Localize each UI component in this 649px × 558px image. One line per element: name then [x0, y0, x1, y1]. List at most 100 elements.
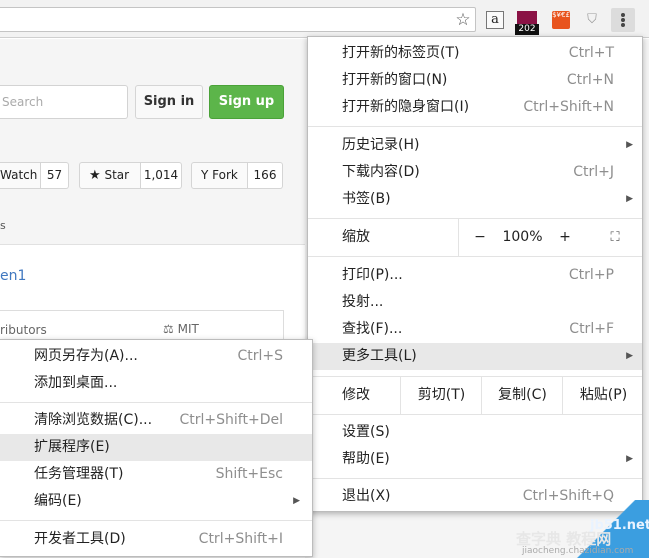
menu-item-shortcut: Ctrl+F	[569, 321, 614, 337]
menu-item-label: 投射...	[342, 294, 384, 310]
menu-item-label: 查找(F)...	[342, 321, 403, 337]
chrome-menu-button[interactable]	[611, 8, 635, 32]
menu-item-shortcut: Ctrl+J	[573, 164, 614, 180]
menu-item-shortcut: Ctrl+T	[568, 45, 614, 61]
currency-extension-icon[interactable]: $¥€£	[552, 11, 570, 29]
submenu-arrow-icon: ▶	[626, 351, 633, 361]
amazon-extension-icon[interactable]: a	[486, 11, 504, 29]
star-count[interactable]: 1,014	[141, 162, 182, 189]
menu-item-new-tab[interactable]: 打开新的标签页(T) Ctrl+T	[308, 40, 642, 67]
menu-item-history[interactable]: 历史记录(H) ▶	[308, 132, 642, 159]
menu-item-incognito[interactable]: 打开新的隐身窗口(I) Ctrl+Shift+N	[308, 94, 642, 121]
menu-item-label: 打开新的窗口(N)	[342, 72, 448, 88]
menu-dot-icon	[621, 13, 625, 17]
menu-item-label: 添加到桌面...	[34, 375, 118, 391]
menu-item-shortcut: Ctrl+S	[237, 348, 283, 364]
fork-count[interactable]: 166	[248, 162, 283, 189]
menu-separator	[308, 414, 642, 415]
menu-item-label: 书签(B)	[342, 191, 391, 207]
contributors-text: ributors	[0, 323, 47, 337]
menu-separator	[308, 256, 642, 257]
menu-item-label: 下载内容(D)	[342, 164, 420, 180]
zoom-level: 100%	[502, 229, 543, 245]
page-link-fragment[interactable]: en1	[0, 268, 26, 284]
zoom-in-button[interactable]: +	[550, 219, 580, 256]
star-icon: ★	[89, 168, 101, 183]
menu-dot-icon	[621, 18, 625, 22]
menu-separator	[308, 478, 642, 479]
menu-item-shortcut: Ctrl+N	[566, 72, 614, 88]
star-button[interactable]: ★ Star	[79, 162, 141, 189]
menu-separator	[308, 126, 642, 127]
menu-item-downloads[interactable]: 下载内容(D) Ctrl+J	[308, 159, 642, 186]
paste-button[interactable]: 粘贴(P)	[562, 377, 644, 414]
extension-icon[interactable]	[517, 11, 537, 24]
menu-item-label: 任务管理器(T)	[34, 466, 124, 482]
watch-button[interactable]: Watch	[0, 162, 41, 189]
menu-row-edit: 修改 剪切(T) 复制(C) 粘贴(P)	[308, 377, 642, 414]
menu-item-extensions[interactable]: 扩展程序(E)	[0, 434, 312, 461]
fork-button[interactable]: Y Fork	[191, 162, 248, 189]
menu-item-dev-tools[interactable]: 开发者工具(D) Ctrl+Shift+I	[0, 526, 312, 553]
menu-item-label: 打开新的标签页(T)	[342, 45, 460, 61]
star-label: Star	[104, 168, 130, 182]
menu-item-label: 修改	[342, 387, 370, 403]
menu-item-label: 历史记录(H)	[342, 137, 420, 153]
menu-item-add-to-desktop[interactable]: 添加到桌面...	[0, 370, 312, 397]
sign-in-button[interactable]: Sign in	[135, 85, 203, 119]
menu-item-label: 退出(X)	[342, 488, 391, 504]
sign-up-button[interactable]: Sign up	[209, 85, 284, 119]
watch-label: Watch	[0, 168, 38, 182]
menu-item-label: 设置(S)	[342, 424, 390, 440]
scale-icon: ⚖	[163, 322, 174, 336]
fullscreen-button[interactable]: ⛶	[590, 219, 640, 256]
menu-item-find[interactable]: 查找(F)... Ctrl+F	[308, 316, 642, 343]
address-bar[interactable]	[0, 7, 476, 32]
menu-item-task-manager[interactable]: 任务管理器(T) Shift+Esc	[0, 461, 312, 488]
menu-item-label: 扩展程序(E)	[34, 439, 110, 455]
menu-item-label: 编码(E)	[34, 493, 82, 509]
menu-item-print[interactable]: 打印(P)... Ctrl+P	[308, 262, 642, 289]
menu-item-shortcut: Ctrl+P	[568, 267, 614, 283]
chrome-main-menu: 打开新的标签页(T) Ctrl+T 打开新的窗口(N) Ctrl+N 打开新的隐…	[307, 36, 643, 512]
watch-count[interactable]: 57	[41, 162, 69, 189]
menu-item-cast[interactable]: 投射...	[308, 289, 642, 316]
menu-item-new-window[interactable]: 打开新的窗口(N) Ctrl+N	[308, 67, 642, 94]
menu-item-settings[interactable]: 设置(S)	[308, 419, 642, 446]
menu-item-save-page[interactable]: 网页另存为(A)... Ctrl+S	[0, 343, 312, 370]
menu-item-shortcut: Shift+Esc	[215, 466, 283, 482]
shield-extension-icon[interactable]: ⛉	[583, 11, 601, 29]
menu-item-encoding[interactable]: 编码(E) ▶	[0, 488, 312, 515]
copy-button[interactable]: 复制(C)	[481, 377, 563, 414]
menu-item-label: 开发者工具(D)	[34, 531, 126, 547]
menu-item-label: 打印(P)...	[342, 267, 403, 283]
menu-item-label: 网页另存为(A)...	[34, 348, 138, 364]
submenu-arrow-icon: ▶	[293, 496, 300, 506]
menu-item-help[interactable]: 帮助(E) ▶	[308, 446, 642, 473]
menu-item-label: 帮助(E)	[342, 451, 390, 467]
fork-icon: Y	[201, 168, 209, 182]
menu-item-label: 打开新的隐身窗口(I)	[342, 99, 470, 115]
site-search-input[interactable]: Search	[0, 85, 128, 119]
more-tools-submenu: 网页另存为(A)... Ctrl+S 添加到桌面... 清除浏览数据(C)...…	[0, 339, 313, 557]
menu-item-label: 缩放	[342, 229, 370, 245]
menu-item-label: 清除浏览数据(C)...	[34, 412, 153, 428]
zoom-out-button[interactable]: −	[465, 219, 495, 256]
menu-item-clear-data[interactable]: 清除浏览数据(C)... Ctrl+Shift+Del	[0, 407, 312, 434]
submenu-arrow-icon: ▶	[626, 140, 633, 150]
submenu-arrow-icon: ▶	[626, 194, 633, 204]
cut-button[interactable]: 剪切(T)	[400, 377, 482, 414]
license-label: MIT	[177, 322, 199, 336]
menu-item-more-tools[interactable]: 更多工具(L) ▶	[308, 343, 642, 370]
fullscreen-icon: ⛶	[610, 230, 620, 245]
menu-separator	[0, 402, 312, 403]
menu-item-bookmarks[interactable]: 书签(B) ▶	[308, 186, 642, 213]
menu-item-shortcut: Ctrl+Shift+N	[523, 99, 614, 115]
license-text: ⚖ MIT	[163, 322, 199, 336]
fork-label: Fork	[212, 168, 238, 182]
menu-separator	[0, 520, 312, 521]
submenu-arrow-icon: ▶	[626, 454, 633, 464]
page-text-fragment: s	[0, 219, 6, 232]
menu-row-zoom: 缩放 − 100% + ⛶	[308, 219, 642, 256]
bookmark-star-icon[interactable]: ☆	[453, 10, 473, 30]
